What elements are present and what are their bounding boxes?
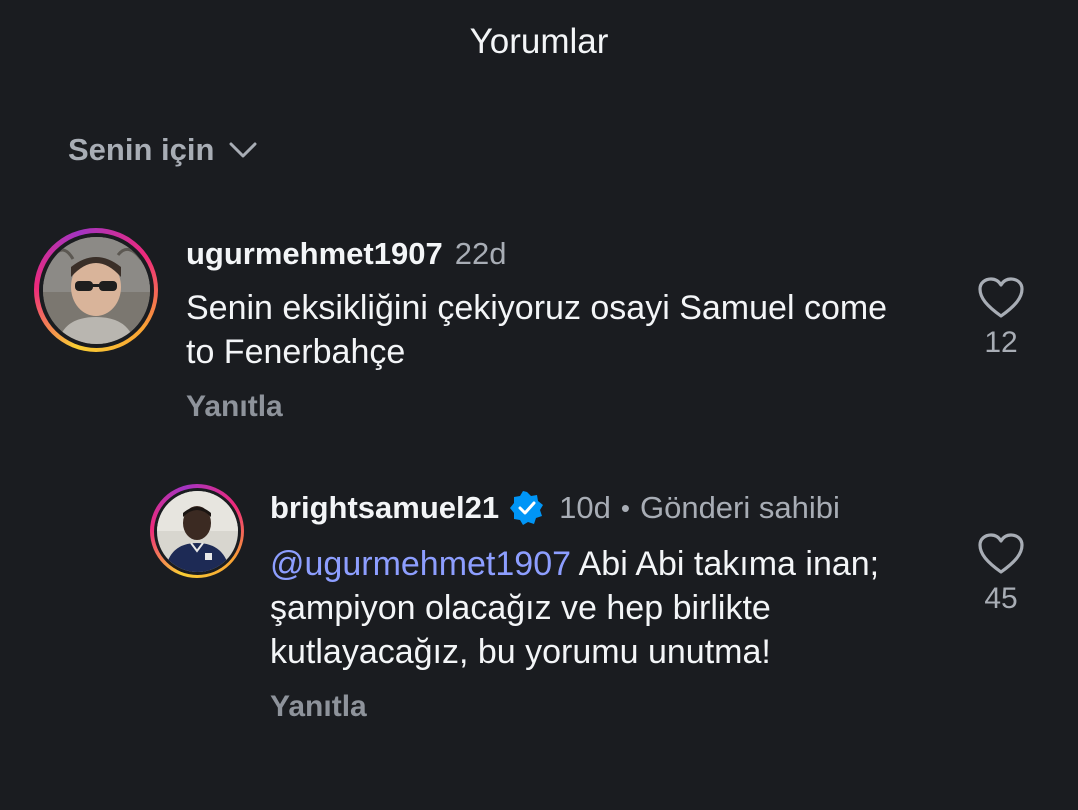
like-button[interactable]: 45	[972, 532, 1030, 616]
comment-body: brightsamuel21 10d • Gönderi sahibi @ugu…	[270, 484, 910, 724]
comment-body: ugurmehmet1907 22d Senin eksikliğini çek…	[186, 228, 906, 424]
heart-icon	[978, 277, 1024, 318]
comment-text: Senin eksikliğini çekiyoruz osayi Samuel…	[186, 289, 888, 371]
avatar	[42, 236, 150, 344]
mention-link[interactable]: @ugurmehmet1907	[270, 545, 571, 583]
avatar-story-ring[interactable]	[150, 484, 244, 578]
comment-time: 10d	[559, 490, 611, 525]
reply-button[interactable]: Yanıtla	[186, 390, 906, 424]
comment-meta: brightsamuel21 10d • Gönderi sahibi	[270, 490, 910, 526]
like-count: 45	[984, 582, 1018, 615]
comment-text: @ugurmehmet1907 Abi Abi takıma inan; şam…	[270, 542, 910, 674]
heart-icon	[978, 533, 1024, 574]
reply-button[interactable]: Yanıtla	[270, 690, 910, 724]
user-photo	[156, 490, 238, 572]
comment-item: ugurmehmet1907 22d Senin eksikliğini çek…	[34, 228, 906, 424]
reply-comment-item: brightsamuel21 10d • Gönderi sahibi @ugu…	[150, 484, 910, 724]
comment-username[interactable]: ugurmehmet1907	[186, 236, 443, 272]
comment-meta: ugurmehmet1907 22d	[186, 236, 906, 272]
page-title: Yorumlar	[469, 22, 609, 61]
sort-label: Senin için	[68, 132, 215, 167]
like-button[interactable]: 12	[972, 276, 1030, 360]
comment-username[interactable]: brightsamuel21	[270, 490, 499, 526]
post-owner-label: Gönderi sahibi	[639, 490, 840, 525]
chevron-down-icon	[229, 142, 257, 158]
meta-separator: •	[620, 492, 630, 523]
sort-dropdown[interactable]: Senin için	[68, 132, 258, 168]
user-photo	[42, 236, 150, 344]
avatar	[156, 490, 238, 572]
verified-badge-icon	[509, 490, 545, 526]
avatar-story-ring[interactable]	[34, 228, 158, 352]
like-count: 12	[984, 326, 1018, 359]
comment-time: 22d	[454, 236, 507, 271]
